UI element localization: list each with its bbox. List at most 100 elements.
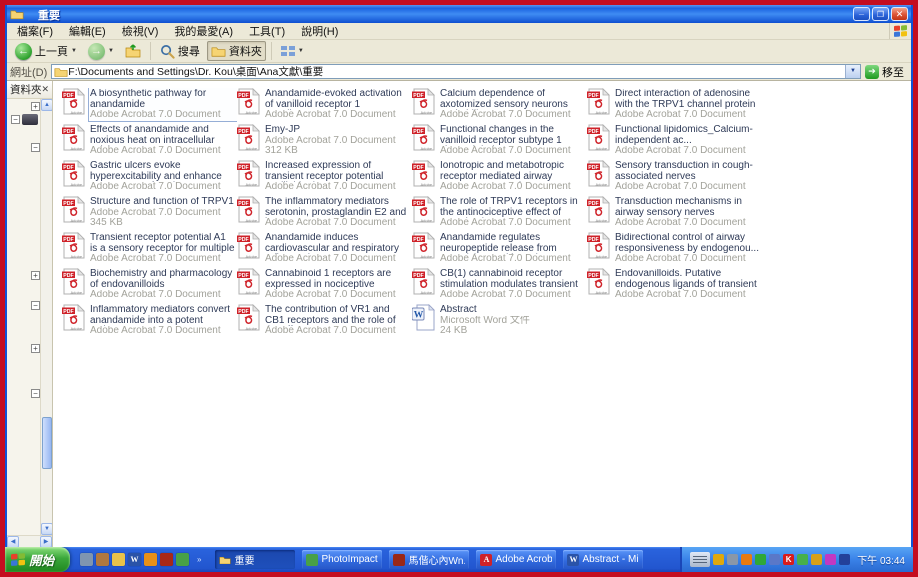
- start-button[interactable]: 開始: [5, 547, 70, 572]
- menu-item-1[interactable]: 編輯(E): [61, 25, 114, 39]
- menu-item-3[interactable]: 我的最愛(A): [166, 25, 241, 39]
- go-button[interactable]: ➔ 移至: [865, 64, 908, 80]
- file-item[interactable]: PDFAdobe Gastric ulcers evoke hyperexcit…: [62, 160, 237, 196]
- menu-item-0[interactable]: 檔案(F): [9, 25, 61, 39]
- file-item[interactable]: PDFAdobe Anandamide induces cardiovascul…: [237, 232, 412, 268]
- tray-icon-navy[interactable]: [839, 554, 850, 565]
- tray-icon-green-phone[interactable]: [755, 554, 766, 565]
- title-bar[interactable]: 重要: [7, 5, 911, 23]
- file-item[interactable]: PDFAdobe Functional lipidomics_Calcium-i…: [587, 124, 762, 160]
- collapse-minus-icon[interactable]: −: [11, 115, 20, 124]
- menu-item-2[interactable]: 檢視(V): [114, 25, 167, 39]
- back-button[interactable]: ← 上一頁 ▼: [11, 41, 81, 62]
- tray-icon-clip[interactable]: [825, 554, 836, 565]
- quick-launch-paint-icon[interactable]: [176, 553, 189, 566]
- go-arrow-icon: ➔: [865, 65, 879, 79]
- views-button[interactable]: ▼: [277, 43, 308, 59]
- tray-icon-antivirus[interactable]: K: [783, 554, 794, 565]
- file-item[interactable]: PDFAdobe Calcium dependence of axotomize…: [412, 88, 587, 124]
- address-input[interactable]: F:\Documents and Settings\Dr. Kou\桌面\Ana…: [51, 64, 861, 79]
- file-item[interactable]: PDFAdobe Transient receptor potential A1…: [62, 232, 237, 268]
- menu-item-4[interactable]: 工具(T): [241, 25, 293, 39]
- tray-icon-messenger[interactable]: [797, 554, 808, 565]
- svg-text:Adobe: Adobe: [596, 182, 608, 187]
- quick-launch-icon-1[interactable]: [80, 553, 93, 566]
- collapse-minus-icon[interactable]: −: [31, 389, 40, 398]
- tray-icon-phone[interactable]: [727, 554, 738, 565]
- expand-plus-icon[interactable]: +: [31, 102, 40, 111]
- file-item[interactable]: PDFAdobe Anandamide-evoked activation of…: [237, 88, 412, 124]
- expand-plus-icon[interactable]: +: [31, 271, 40, 280]
- tray-icon-blue[interactable]: [769, 554, 780, 565]
- desktop-computer-icon[interactable]: [22, 114, 38, 125]
- quick-launch-icon-6[interactable]: [160, 553, 173, 566]
- minimize-button[interactable]: [853, 7, 870, 21]
- quick-launch-folder-icon[interactable]: [112, 553, 125, 566]
- svg-text:PDF: PDF: [413, 129, 423, 135]
- file-item[interactable]: PDFAdobe Cannabinoid 1 receptors are exp…: [237, 268, 412, 304]
- file-type: Adobe Acrobat 7.0 Document: [265, 218, 410, 229]
- file-item[interactable]: PDFAdobe Biochemistry and pharmacology o…: [62, 268, 237, 304]
- file-item[interactable]: PDFAdobe Bidirectional control of airway…: [587, 232, 762, 268]
- svg-text:PDF: PDF: [238, 93, 248, 99]
- file-item[interactable]: PDFAdobe Effects of anandamide and noxio…: [62, 124, 237, 160]
- file-item[interactable]: PDFAdobe Ionotropic and metabotropic rec…: [412, 160, 587, 196]
- up-button[interactable]: [121, 42, 145, 60]
- pdf-file-icon: PDFAdobe: [237, 124, 260, 151]
- tray-icon-gold[interactable]: [713, 554, 724, 565]
- file-item[interactable]: PDFAdobe The role of TRPV1 receptors in …: [412, 196, 587, 232]
- file-item[interactable]: PDFAdobe Increased expression of transie…: [237, 160, 412, 196]
- file-item[interactable]: PDFAdobe A biosynthetic pathway for anan…: [62, 88, 237, 124]
- taskbar-task-book[interactable]: 馬偕心內Wn...: [389, 550, 469, 569]
- menu-item-5[interactable]: 說明(H): [293, 25, 346, 39]
- tray-icon-orange[interactable]: [741, 554, 752, 565]
- address-dropdown-icon[interactable]: ▼: [845, 65, 860, 78]
- file-title: Transduction mechanisms in airway sensor…: [615, 197, 760, 218]
- tray-icon-coins[interactable]: [811, 554, 822, 565]
- collapse-minus-icon[interactable]: −: [31, 143, 40, 152]
- scroll-up-icon[interactable]: ▲: [41, 99, 53, 111]
- file-item[interactable]: W Abstract Microsoft Word 文件 24 KB: [412, 304, 587, 340]
- file-item[interactable]: PDFAdobe Functional changes in the vanil…: [412, 124, 587, 160]
- taskbar-task-folder[interactable]: 重要: [215, 550, 295, 569]
- file-item[interactable]: PDFAdobe Emy-JP Adobe Acrobat 7.0 Docume…: [237, 124, 412, 160]
- restore-button[interactable]: [872, 7, 889, 21]
- close-button[interactable]: [891, 7, 908, 21]
- file-title: Gastric ulcers evoke hyperexcitability a…: [90, 161, 235, 182]
- file-item[interactable]: PDFAdobe CB(1) cannabinoid receptor stim…: [412, 268, 587, 304]
- file-item[interactable]: PDFAdobe Endovanilloids. Putative endoge…: [587, 268, 762, 304]
- file-item[interactable]: PDFAdobe Transduction mechanisms in airw…: [587, 196, 762, 232]
- quick-launch-icon-2[interactable]: [96, 553, 109, 566]
- file-item[interactable]: PDFAdobe Inflammatory mediators convert …: [62, 304, 237, 340]
- file-item[interactable]: PDFAdobe The inflammatory mediators sero…: [237, 196, 412, 232]
- vertical-scrollbar[interactable]: ▲ ▼: [40, 99, 52, 535]
- svg-text:PDF: PDF: [413, 237, 423, 243]
- back-dropdown-icon[interactable]: ▼: [71, 48, 77, 54]
- taskbar-task-acrobat[interactable]: AAdobe Acroba...: [476, 550, 556, 569]
- scrollbar-thumb[interactable]: [42, 417, 52, 469]
- file-item[interactable]: PDFAdobe The contribution of VR1 and CB1…: [237, 304, 412, 340]
- file-item[interactable]: PDFAdobe Direct interaction of adenosine…: [587, 88, 762, 124]
- file-item[interactable]: PDFAdobe Sensory transduction in cough-a…: [587, 160, 762, 196]
- taskbar: 開始 W » 重要PhotoImpact -...馬偕心內Wn...AAdobe…: [5, 547, 913, 572]
- svg-text:Adobe: Adobe: [71, 254, 83, 259]
- folders-button[interactable]: 資料夾: [207, 41, 266, 61]
- collapse-minus-icon[interactable]: −: [31, 301, 40, 310]
- quick-launch-icon-5[interactable]: [144, 553, 157, 566]
- horizontal-scrollbar[interactable]: ◀ ▶: [7, 535, 52, 547]
- file-item[interactable]: PDFAdobe Structure and function of TRPV1…: [62, 196, 237, 232]
- taskbar-task-word[interactable]: WAbstract - Mic...: [563, 550, 643, 569]
- scroll-left-icon[interactable]: ◀: [7, 536, 19, 547]
- taskbar-task-photoimpact[interactable]: PhotoImpact -...: [302, 550, 382, 569]
- language-bar-icon[interactable]: [690, 552, 710, 567]
- task-label: 馬偕心內Wn...: [408, 552, 465, 567]
- folders-pane-close-icon[interactable]: ✕: [42, 84, 50, 95]
- quick-launch-word-icon[interactable]: W: [128, 553, 141, 566]
- expand-plus-icon[interactable]: +: [31, 344, 40, 353]
- forward-button[interactable]: → ▼: [84, 41, 118, 62]
- file-item[interactable]: PDFAdobe Anandamide regulates neuropepti…: [412, 232, 587, 268]
- scroll-right-icon[interactable]: ▶: [40, 536, 52, 547]
- scroll-down-icon[interactable]: ▼: [41, 523, 53, 535]
- svg-text:Adobe: Adobe: [596, 146, 608, 151]
- search-button[interactable]: 搜尋: [156, 41, 204, 61]
